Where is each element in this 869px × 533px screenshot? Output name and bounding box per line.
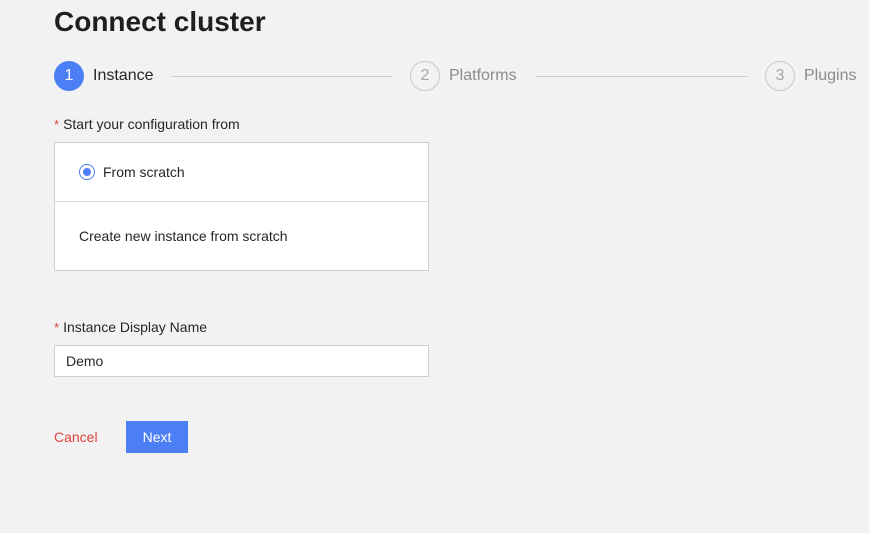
required-marker: * bbox=[54, 117, 60, 132]
step-number-badge: 3 bbox=[765, 61, 795, 91]
step-number-badge: 2 bbox=[410, 61, 440, 91]
step-label: Plugins bbox=[804, 67, 857, 84]
display-name-input[interactable] bbox=[54, 345, 429, 377]
step-connector bbox=[171, 76, 393, 77]
required-marker: * bbox=[54, 320, 60, 335]
step-platforms[interactable]: 2 Platforms bbox=[410, 61, 517, 91]
step-instance[interactable]: 1 Instance bbox=[54, 61, 153, 91]
step-connector bbox=[535, 76, 748, 77]
config-source-label-text: Start your configuration from bbox=[63, 116, 240, 132]
step-label: Instance bbox=[93, 67, 154, 84]
page-title: Connect cluster bbox=[54, 6, 266, 37]
config-source-label: * Start your configuration from bbox=[54, 116, 240, 132]
cancel-button[interactable]: Cancel bbox=[54, 429, 98, 445]
option-label: From scratch bbox=[103, 164, 185, 180]
display-name-label-text: Instance Display Name bbox=[63, 319, 208, 335]
connect-cluster-page: Connect cluster 1 Instance 2 Platforms 3… bbox=[0, 0, 869, 533]
option-description: Create new instance from scratch bbox=[79, 228, 288, 244]
from-scratch-option[interactable]: From scratch bbox=[55, 143, 428, 202]
step-label: Platforms bbox=[449, 67, 517, 84]
step-number-badge: 1 bbox=[54, 61, 84, 91]
step-plugins[interactable]: 3 Plugins bbox=[765, 61, 856, 91]
display-name-label: * Instance Display Name bbox=[54, 319, 207, 335]
config-option-card[interactable]: From scratch Create new instance from sc… bbox=[54, 142, 429, 271]
radio-button-selected[interactable] bbox=[79, 164, 95, 180]
next-button[interactable]: Next bbox=[126, 421, 188, 453]
radio-dot-icon bbox=[83, 168, 91, 176]
